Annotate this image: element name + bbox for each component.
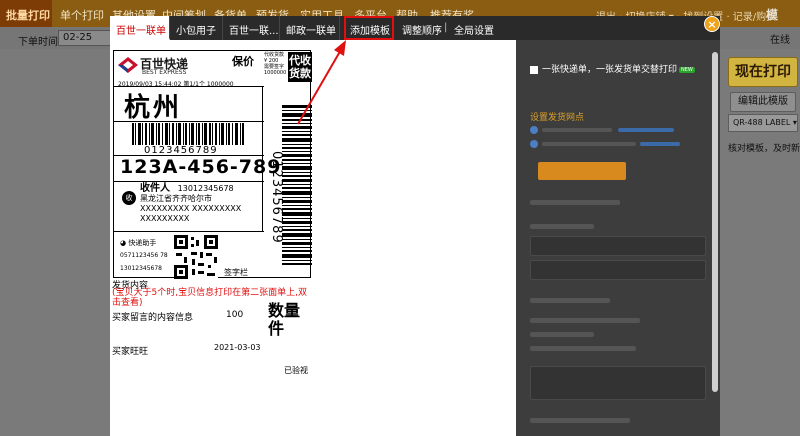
divider bbox=[114, 121, 264, 122]
best-logo-icon bbox=[118, 57, 138, 73]
section-heading bbox=[530, 298, 610, 303]
sender-icon-text: 快递助手 bbox=[128, 239, 157, 247]
field-label bbox=[530, 224, 594, 229]
receiver-line: XXXXXXXXX XXXXXXXXX bbox=[140, 204, 242, 213]
order-time-label: 下单时间 bbox=[18, 37, 58, 48]
sort-code: 123A-456-789 bbox=[120, 156, 282, 178]
ship-date: 2021-03-03 bbox=[214, 343, 261, 352]
alternate-print-option[interactable]: 一张快递单，一张发货单交替打印 NEW bbox=[530, 62, 695, 75]
cod-box: 代收货款 bbox=[288, 52, 312, 82]
reorder-button[interactable]: 调整顺序 bbox=[396, 16, 444, 40]
setting-input[interactable] bbox=[530, 236, 706, 256]
setting-textarea[interactable] bbox=[530, 366, 706, 400]
receiver-title: 收件人 bbox=[140, 183, 170, 194]
radio-option[interactable] bbox=[530, 140, 680, 148]
hint-text: 核对模板，及时新增 bbox=[728, 144, 800, 154]
barcode-vertical bbox=[282, 105, 312, 265]
blurred-link[interactable] bbox=[640, 142, 680, 146]
radio-icon[interactable] bbox=[530, 140, 538, 148]
online-status[interactable]: 在线 bbox=[770, 31, 790, 46]
radio-option[interactable] bbox=[530, 126, 680, 134]
new-badge: NEW bbox=[679, 66, 695, 73]
printer-select-value: QR-488 LABEL bbox=[733, 118, 791, 127]
field-label bbox=[530, 346, 636, 351]
field-label bbox=[530, 318, 640, 323]
divider bbox=[114, 231, 264, 232]
section-heading bbox=[530, 200, 620, 205]
edit-template-button[interactable]: 编辑此模版 bbox=[730, 92, 796, 112]
order-time-input[interactable]: 02-25 bbox=[58, 30, 116, 46]
radio-icon[interactable] bbox=[530, 126, 538, 134]
receiver-block: 收件人 13012345678 黑龙江省齐齐哈尔市 XXXXXXXXX XXXX… bbox=[140, 184, 241, 224]
close-icon[interactable]: × bbox=[704, 16, 720, 32]
quantity-label: 数量件 bbox=[268, 301, 301, 338]
sender-phone-1: 0571123456 78 bbox=[120, 252, 168, 259]
blurred-link[interactable] bbox=[618, 128, 674, 132]
field-label bbox=[530, 418, 630, 423]
blurred-text bbox=[542, 142, 636, 146]
add-template-button[interactable]: 添加模板 bbox=[344, 16, 394, 40]
separator: | bbox=[444, 22, 448, 33]
buyer-name: 买家旺旺 bbox=[112, 347, 149, 357]
set-network-link[interactable]: 设置发货网点 bbox=[530, 110, 584, 123]
tab-batch-print[interactable]: 批量打印 bbox=[0, 0, 52, 27]
vertical-barcode-number: 0123456789 bbox=[269, 151, 284, 244]
shipping-label[interactable]: 百世快递 BEST EXPRESS 保价 代收货款 ¥ 200 需要签字 100… bbox=[113, 50, 312, 279]
receiver-badge: 收 bbox=[122, 191, 136, 205]
insured-label: 保价 bbox=[232, 55, 254, 68]
template-tabs: 百世一联单 小包用子 百世一联... 邮政一联单 添加模板 调整顺序 | 全局设… bbox=[110, 16, 720, 40]
field-label bbox=[530, 332, 594, 337]
tab-post-single[interactable]: 邮政一联单 bbox=[280, 16, 340, 40]
quantity-value: 100 bbox=[226, 310, 244, 320]
bear-icon: ◕ bbox=[120, 239, 127, 247]
tab-single-print[interactable]: 单个打印 bbox=[60, 7, 104, 23]
settings-pane: 一张快递单，一张发货单交替打印 NEW 设置发货网点 bbox=[516, 40, 720, 436]
global-settings-button[interactable]: 全局设置 bbox=[448, 16, 498, 40]
checkbox-icon[interactable] bbox=[530, 65, 538, 74]
inspected-status: 已验视 bbox=[284, 366, 308, 375]
app-logo: 模 bbox=[766, 8, 779, 22]
receiver-address: 黑龙江省齐齐哈尔市 bbox=[140, 194, 212, 203]
label-preview: 百世快递 BEST EXPRESS 保价 代收货款 ¥ 200 需要签字 100… bbox=[110, 40, 516, 436]
sender-label: ◕ 快递助手 bbox=[120, 238, 156, 248]
divider bbox=[114, 181, 264, 182]
template-modal: 百世一联单 小包用子 百世一联... 邮政一联单 添加模板 调整顺序 | 全局设… bbox=[110, 16, 720, 436]
orange-action-button[interactable] bbox=[538, 162, 626, 180]
pane-scrollbar[interactable] bbox=[712, 52, 718, 392]
brand-en: BEST EXPRESS bbox=[142, 69, 187, 76]
tab-best-single[interactable]: 百世一联单 bbox=[110, 16, 170, 40]
setting-select[interactable] bbox=[530, 260, 706, 280]
qr-code-icon bbox=[174, 235, 218, 279]
receiver-line: XXXXXXXXX bbox=[140, 214, 190, 223]
alternate-print-label: 一张快递单，一张发货单交替打印 bbox=[542, 65, 678, 75]
blurred-text bbox=[542, 128, 612, 132]
sender-phone-2: 13012345678 bbox=[120, 265, 162, 272]
barcode-horizontal bbox=[132, 123, 244, 145]
signature-field: 签字栏 bbox=[224, 268, 248, 277]
printer-select[interactable]: QR-488 LABEL ▾ bbox=[728, 114, 798, 132]
buyer-message: 买家留言的内容信息 bbox=[112, 313, 194, 323]
tab-small-package[interactable]: 小包用子 bbox=[170, 16, 223, 40]
destination-city: 杭州 bbox=[124, 93, 183, 123]
receiver-phone: 13012345678 bbox=[177, 184, 234, 193]
tab-best-2[interactable]: 百世一联... bbox=[223, 16, 280, 40]
print-now-button[interactable]: 现在打印 bbox=[728, 57, 798, 87]
